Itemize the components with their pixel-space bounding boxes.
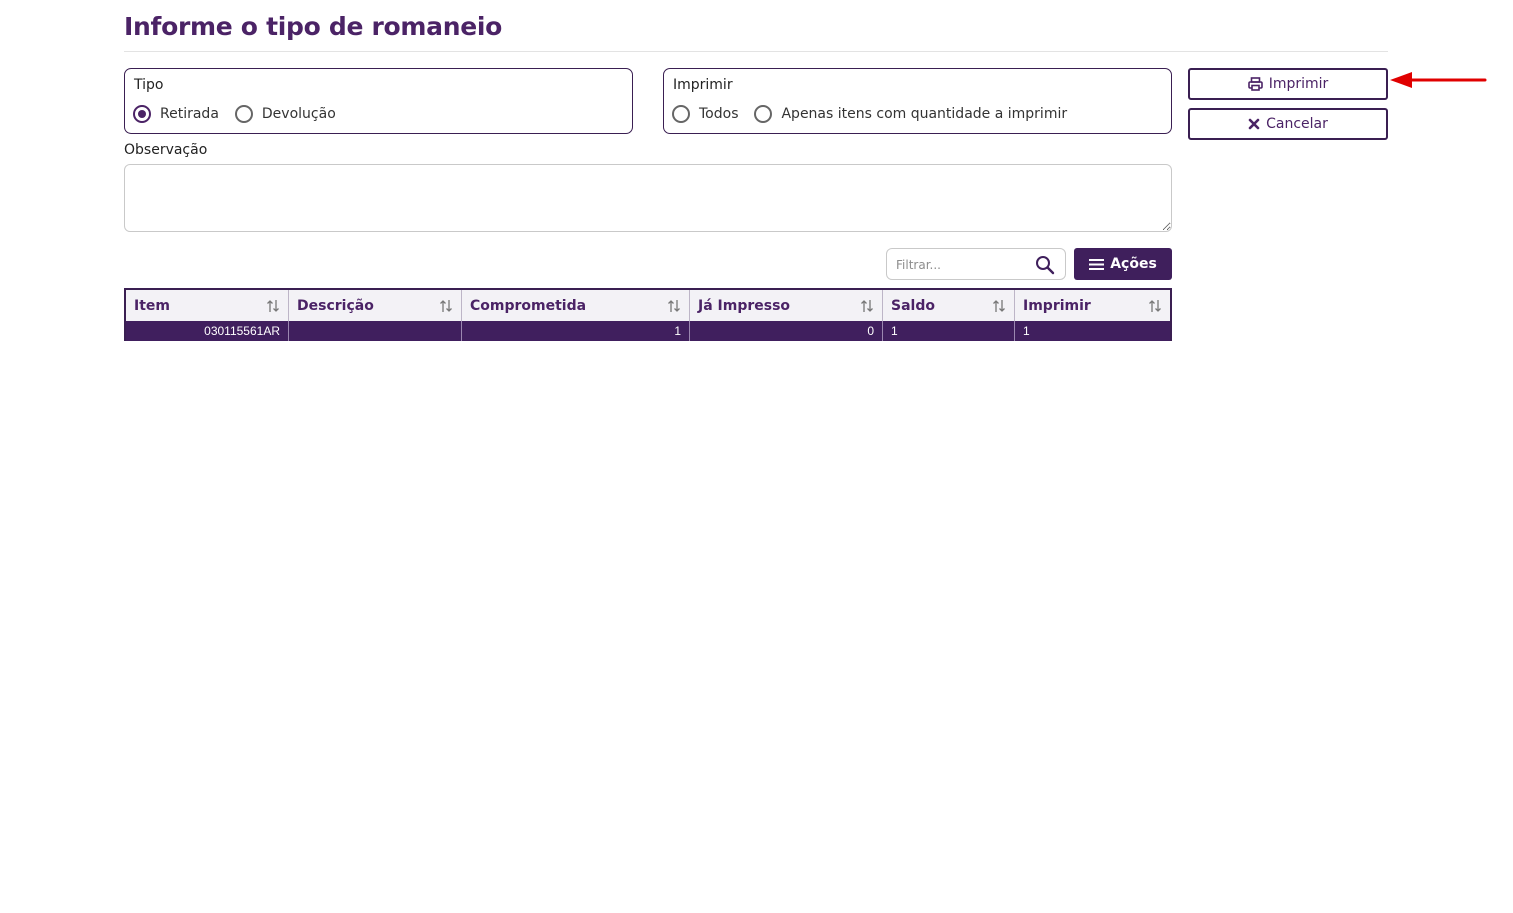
cell-ja-impresso[interactable]: 0 bbox=[690, 321, 883, 341]
cell-comprometida[interactable]: 1 bbox=[462, 321, 690, 341]
sort-icon[interactable] bbox=[266, 299, 280, 313]
acoes-button[interactable]: Ações bbox=[1074, 248, 1172, 280]
bars-icon bbox=[1089, 258, 1105, 271]
radio-retirada-indicator[interactable] bbox=[133, 105, 151, 123]
tipo-label: Tipo bbox=[134, 77, 164, 93]
column-header-label: Saldo bbox=[891, 297, 935, 314]
column-header-comprometida[interactable]: Comprometida bbox=[462, 290, 690, 321]
sort-icon[interactable] bbox=[860, 299, 874, 313]
print-button[interactable]: Imprimir bbox=[1188, 68, 1388, 100]
search-icon[interactable] bbox=[1035, 255, 1055, 279]
filter-input[interactable] bbox=[888, 250, 1038, 280]
radio-todos[interactable]: Todos bbox=[672, 105, 738, 123]
column-header-item[interactable]: Item bbox=[126, 290, 289, 321]
observacao-label: Observação bbox=[124, 142, 208, 158]
page-title: Informe o tipo de romaneio bbox=[124, 12, 503, 41]
radio-apenas-itens-indicator[interactable] bbox=[754, 105, 773, 123]
radio-apenas-itens[interactable]: Apenas itens com quantidade a imprimir bbox=[754, 105, 1067, 123]
cell-item[interactable]: 030115561AR bbox=[126, 321, 289, 341]
radio-devolucao[interactable]: Devolução bbox=[234, 105, 336, 123]
table-row[interactable]: 030115561AR 1 0 1 1 bbox=[126, 321, 1170, 341]
sort-icon[interactable] bbox=[1148, 299, 1162, 313]
column-header-label: Comprometida bbox=[470, 297, 587, 314]
radio-todos-indicator[interactable] bbox=[672, 105, 690, 123]
column-header-saldo[interactable]: Saldo bbox=[883, 290, 1015, 321]
tipo-group: Tipo Retirada Devolução bbox=[124, 68, 633, 134]
cancel-button[interactable]: Cancelar bbox=[1188, 108, 1388, 140]
cell-descricao[interactable] bbox=[289, 321, 462, 341]
imprimir-group: Imprimir Todos Apenas itens com quantida… bbox=[663, 68, 1172, 134]
radio-todos-label: Todos bbox=[699, 106, 739, 122]
column-header-label: Descrição bbox=[297, 297, 374, 314]
sort-icon[interactable] bbox=[992, 299, 1006, 313]
radio-retirada[interactable]: Retirada bbox=[133, 105, 219, 123]
cancel-button-label: Cancelar bbox=[1266, 116, 1328, 132]
column-header-descricao[interactable]: Descrição bbox=[289, 290, 462, 321]
column-header-ja-impresso[interactable]: Já Impresso bbox=[690, 290, 883, 321]
radio-apenas-itens-label: Apenas itens com quantidade a imprimir bbox=[781, 106, 1068, 122]
imprimir-group-label: Imprimir bbox=[673, 77, 733, 93]
sort-icon[interactable] bbox=[667, 299, 681, 313]
times-icon bbox=[1248, 118, 1260, 130]
observacao-textarea[interactable] bbox=[124, 164, 1172, 232]
sort-icon[interactable] bbox=[439, 299, 453, 313]
column-header-label: Já Impresso bbox=[698, 297, 791, 314]
column-header-imprimir[interactable]: Imprimir bbox=[1015, 290, 1170, 321]
title-divider bbox=[124, 51, 1388, 52]
column-header-label: Imprimir bbox=[1023, 297, 1091, 314]
radio-devolucao-label: Devolução bbox=[261, 106, 336, 122]
items-table: Item Descrição Comprometida Já Impresso … bbox=[124, 288, 1172, 341]
table-header: Item Descrição Comprometida Já Impresso … bbox=[126, 290, 1170, 321]
acoes-button-label: Ações bbox=[1110, 256, 1157, 272]
column-header-label: Item bbox=[134, 297, 170, 314]
cell-saldo[interactable]: 1 bbox=[883, 321, 1015, 341]
print-button-label: Imprimir bbox=[1268, 76, 1329, 92]
radio-devolucao-indicator[interactable] bbox=[234, 105, 253, 123]
cell-imprimir[interactable]: 1 bbox=[1015, 321, 1170, 341]
radio-retirada-label: Retirada bbox=[160, 106, 219, 122]
filter-box bbox=[886, 248, 1066, 280]
printer-icon bbox=[1247, 77, 1263, 91]
annotation-arrow-icon bbox=[1390, 72, 1487, 88]
